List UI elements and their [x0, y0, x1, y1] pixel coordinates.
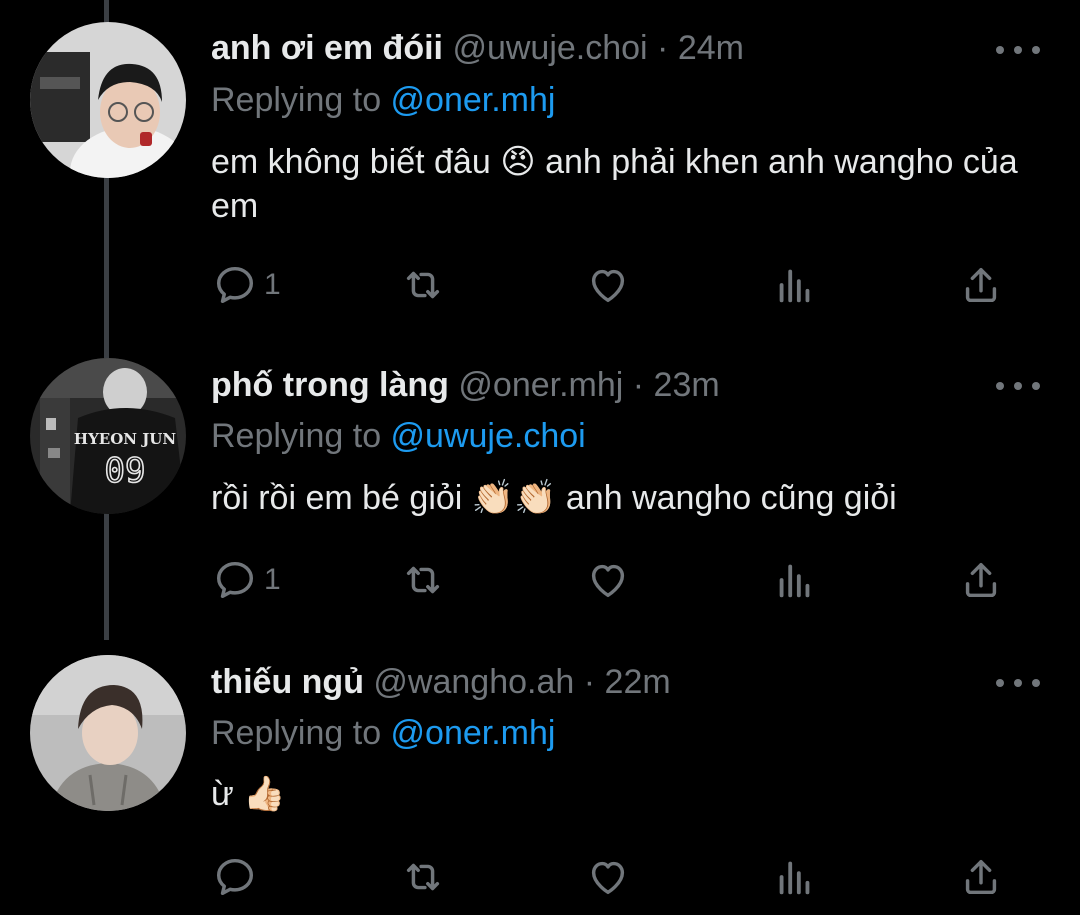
tweet-text-before: em không biết đâu — [211, 143, 501, 181]
angry-face-emoji: 😠 — [500, 142, 536, 182]
replying-prefix: Replying to — [211, 81, 391, 119]
tweet-text-before: ừ — [211, 775, 244, 813]
share-button[interactable] — [958, 260, 1004, 310]
replying-prefix: Replying to — [211, 714, 391, 752]
jersey-number: 09 — [105, 451, 146, 491]
views-button[interactable] — [772, 555, 818, 605]
timestamp[interactable]: 22m — [605, 663, 671, 701]
reply-button[interactable] — [212, 852, 264, 902]
reply-button[interactable]: 1 — [212, 555, 281, 605]
reply-button[interactable]: 1 — [212, 260, 281, 310]
jersey-name: HYEON JUN — [74, 430, 176, 448]
retweet-button[interactable] — [400, 555, 446, 605]
separator: · — [574, 663, 605, 701]
like-button[interactable] — [585, 555, 631, 605]
share-icon — [965, 562, 997, 598]
like-button[interactable] — [585, 852, 631, 902]
user-handle[interactable]: @wangho.ah — [373, 663, 574, 701]
tweet-text: rồi rồi em bé giỏi 👏🏻👏🏻 anh wangho cũng … — [211, 476, 1051, 520]
tweet-header: thiếu ngủ @wangho.ah · 22m — [211, 662, 671, 702]
like-button[interactable] — [585, 260, 631, 310]
avatar[interactable] — [30, 655, 186, 811]
clapping-hands-emoji: 👏🏻👏🏻 — [471, 478, 557, 518]
mention-link[interactable]: @uwuje.choi — [391, 417, 586, 455]
share-button[interactable] — [958, 852, 1004, 902]
tweet-text-before: rồi rồi em bé giỏi — [211, 479, 472, 517]
display-name[interactable]: thiếu ngủ — [211, 663, 364, 701]
retweet-button[interactable] — [400, 260, 446, 310]
like-icon — [591, 564, 625, 598]
views-button[interactable] — [772, 260, 818, 310]
thumbs-up-emoji: 👍🏻 — [243, 774, 286, 814]
tweet-header: anh ơi em đóii @uwuje.choi · 24m — [211, 28, 744, 68]
reply-icon — [216, 561, 254, 599]
timestamp[interactable]: 23m — [654, 366, 720, 404]
like-icon — [591, 269, 625, 303]
tweet-text: ừ 👍🏻 — [211, 772, 1051, 816]
tweet-header: phố trong làng @oner.mhj · 23m — [211, 365, 720, 405]
tweet-text-after: anh wangho cũng giỏi — [556, 479, 897, 517]
retweet-icon — [406, 566, 440, 594]
share-icon — [965, 267, 997, 303]
share-icon — [965, 859, 997, 895]
timestamp[interactable]: 24m — [678, 29, 744, 67]
views-button[interactable] — [772, 852, 818, 902]
retweet-icon — [406, 863, 440, 891]
retweet-button[interactable] — [400, 852, 446, 902]
retweet-icon — [406, 271, 440, 299]
action-bar — [0, 852, 1080, 902]
user-handle[interactable]: @oner.mhj — [458, 366, 623, 404]
replying-to: Replying to @uwuje.choi — [211, 416, 586, 456]
user-handle[interactable]: @uwuje.choi — [452, 29, 647, 67]
reply-icon — [216, 266, 254, 304]
tweet-text: em không biết đâu 😠 anh phải khen anh wa… — [211, 140, 1051, 228]
action-bar: 1 — [0, 555, 1080, 605]
views-icon — [779, 861, 810, 895]
more-icon[interactable] — [996, 40, 1040, 60]
more-icon[interactable] — [996, 376, 1040, 396]
replying-prefix: Replying to — [211, 417, 391, 455]
avatar[interactable]: HYEON JUN 09 — [30, 358, 186, 514]
action-bar: 1 — [0, 260, 1080, 310]
mention-link[interactable]: @oner.mhj — [391, 81, 556, 119]
views-icon — [779, 564, 810, 598]
replying-to: Replying to @oner.mhj — [211, 80, 555, 120]
separator: · — [623, 366, 654, 404]
reply-icon — [216, 858, 254, 896]
like-icon — [591, 861, 625, 895]
display-name[interactable]: phố trong làng — [211, 366, 449, 404]
separator: · — [647, 29, 678, 67]
share-button[interactable] — [958, 555, 1004, 605]
reply-count: 1 — [264, 268, 281, 301]
reply-count: 1 — [264, 563, 281, 596]
mention-link[interactable]: @oner.mhj — [391, 714, 556, 752]
avatar[interactable] — [30, 22, 186, 178]
more-icon[interactable] — [996, 673, 1040, 693]
display-name[interactable]: anh ơi em đóii — [211, 29, 443, 67]
replying-to: Replying to @oner.mhj — [211, 713, 555, 753]
views-icon — [779, 269, 810, 303]
